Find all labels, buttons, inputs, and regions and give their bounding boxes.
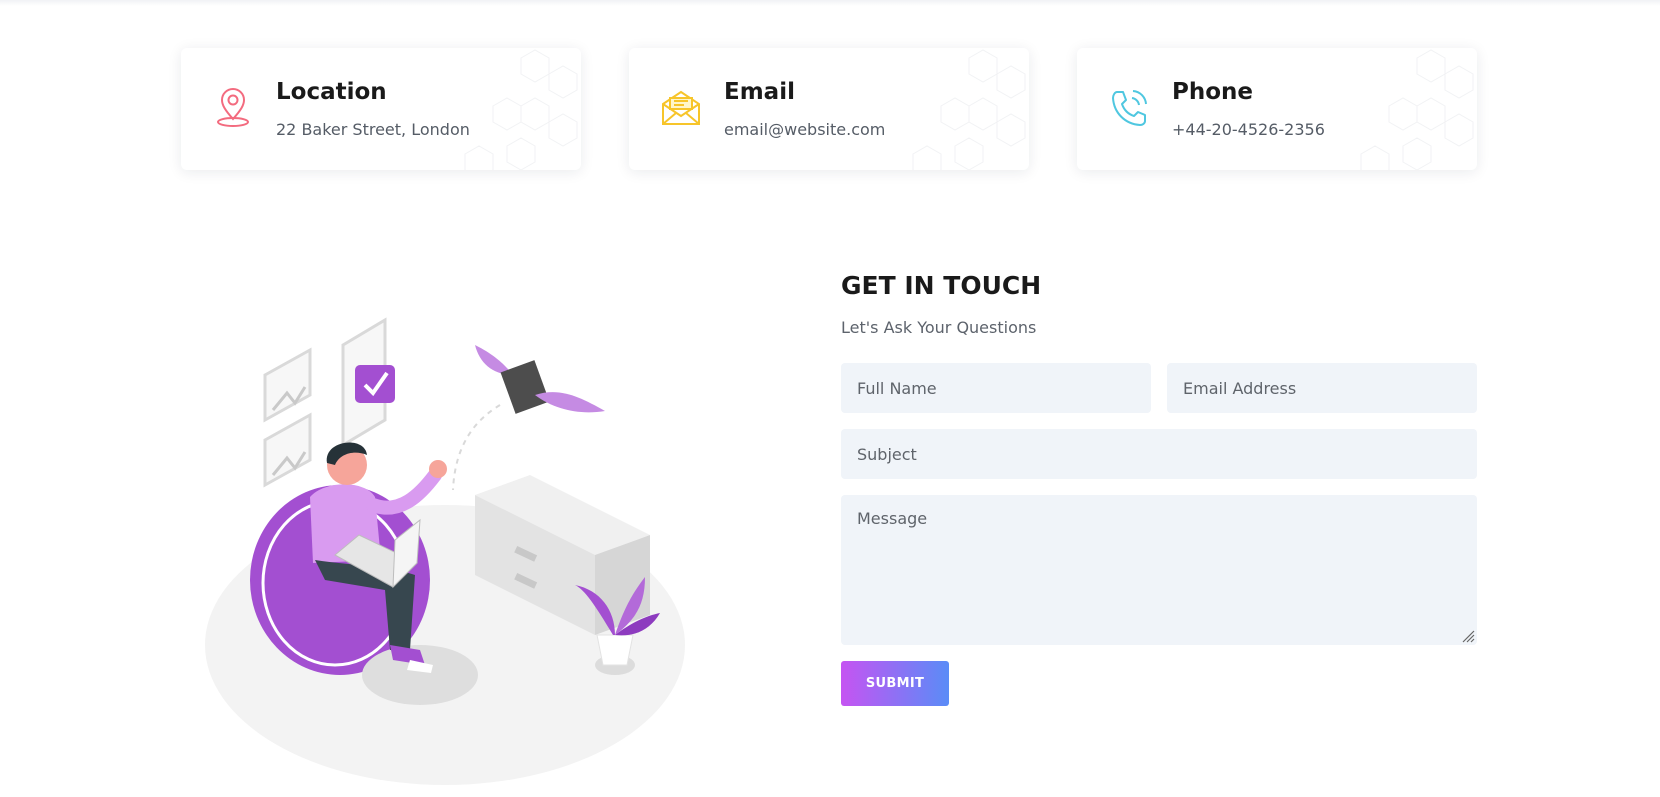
top-divider	[0, 0, 1660, 6]
phone-icon	[1112, 90, 1147, 126]
envelope-icon	[662, 90, 700, 125]
full-name-input[interactable]	[841, 363, 1151, 413]
phone-card: Phone +44-20-4526-2356	[1077, 48, 1477, 170]
card-text: email@website.com	[724, 120, 886, 139]
message-textarea[interactable]	[841, 495, 1477, 645]
card-title: Phone	[1172, 79, 1254, 105]
email-input[interactable]	[1167, 363, 1477, 413]
form-heading: GET IN TOUCH	[841, 271, 1042, 300]
card-text: 22 Baker Street, London	[276, 120, 470, 139]
contact-illustration	[205, 317, 685, 785]
location-card: Location 22 Baker Street, London	[181, 48, 581, 170]
form-subheading: Let's Ask Your Questions	[841, 318, 1037, 337]
card-title: Location	[276, 79, 387, 105]
subject-input[interactable]	[841, 429, 1477, 479]
card-title: Email	[724, 79, 795, 105]
hexagon-pattern	[1360, 49, 1474, 170]
email-card: Email email@website.com	[629, 48, 1029, 170]
resize-handle-icon[interactable]	[1461, 629, 1475, 643]
hexagon-pattern	[464, 49, 578, 170]
submit-button[interactable]: SUBMIT	[841, 661, 949, 706]
hexagon-pattern	[912, 49, 1026, 170]
card-text: +44-20-4526-2356	[1172, 120, 1325, 139]
location-pin-icon	[217, 88, 249, 127]
